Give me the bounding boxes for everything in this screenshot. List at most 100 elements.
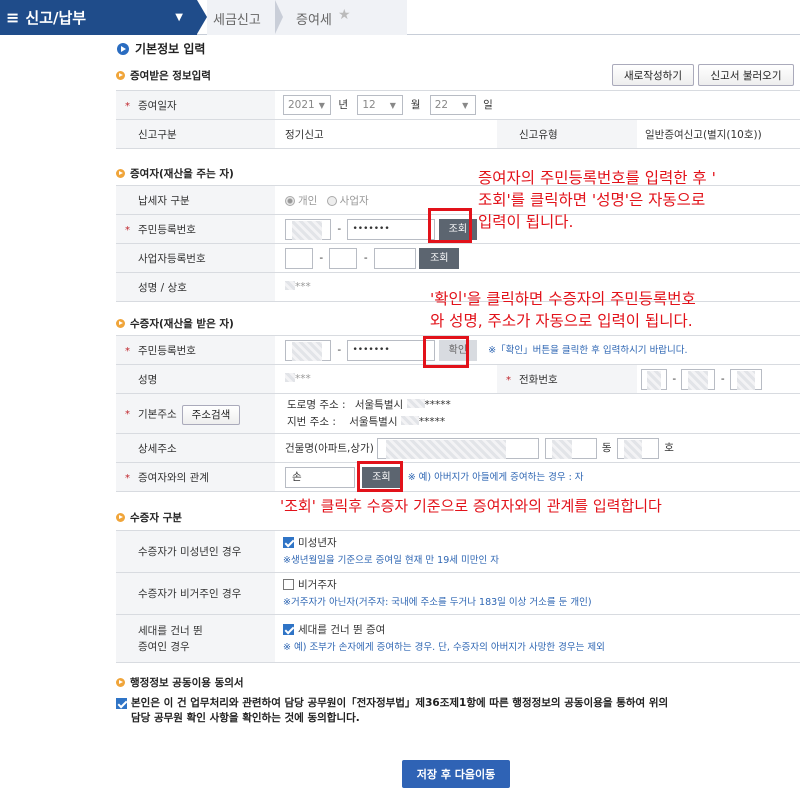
donee-rrn-front-input[interactable]	[285, 339, 331, 361]
month-select[interactable]: 12 ▼	[357, 95, 404, 115]
report-kind-label: 신고유형	[497, 119, 637, 149]
relation-note: ※ 예) 아버지가 아들에게 증여하는 경우 : 자	[407, 472, 584, 483]
road-address-mask	[406, 398, 425, 408]
donee-type-table: 수증자가 미성년인 경우 미성년자 ※생년월일을 기준으로 증여일 현재 만 1…	[116, 530, 800, 663]
page-title: 기본정보 입력	[117, 40, 205, 57]
breadcrumb-tax-report[interactable]: 세금신고	[213, 9, 261, 28]
minor-note: ※생년월일을 기준으로 증여일 현재 만 19세 미만인 자	[283, 554, 499, 566]
donor-rrn-back-input[interactable]: •••••••	[347, 218, 436, 240]
building-input[interactable]	[377, 437, 540, 459]
donor-name-label: 성명 / 상호	[116, 272, 275, 302]
radio-individual[interactable]	[285, 195, 295, 206]
agreement-checkbox[interactable]	[116, 697, 127, 709]
menu-label: 신고/납부	[25, 9, 87, 27]
lot-address-stars: *****	[418, 415, 446, 428]
bizno-input-1[interactable]	[285, 247, 313, 269]
nonresident-check-label: 비거주자	[298, 578, 337, 591]
annotation-donee-confirm: '확인'을 클릭하면 수증자의 주민등록번호 와 성명, 주소가 자동으로 입력이…	[430, 290, 696, 330]
month-unit: 월	[410, 99, 421, 111]
bizno-input-2[interactable]	[329, 247, 358, 269]
new-write-button[interactable]: 새로작성하기	[612, 64, 694, 86]
donation-date-label: * 증여일자	[116, 90, 275, 120]
phone-input-2[interactable]	[681, 368, 716, 390]
minor-check-label: 미성년자	[298, 536, 337, 549]
phone-label: * 전화번호	[497, 364, 637, 394]
road-address-stars: *****	[424, 398, 451, 411]
year-unit: 년	[338, 99, 349, 111]
section-bullet-icon	[116, 71, 125, 80]
nonresident-checkbox[interactable]	[283, 579, 294, 590]
highlight-donor-lookup	[428, 208, 472, 243]
detail-address-label: 상세주소	[116, 433, 275, 463]
annotation-donor-lookup: 증여자의 주민등록번호를 입력한 후 ' 조회'를 클릭하면 '성명'은 자동으로…	[478, 169, 716, 231]
bizno-lookup-button[interactable]: 조회	[419, 247, 460, 269]
hamburger-icon: ≡	[6, 8, 20, 27]
section-donation-info: 증여받은 정보입력	[116, 68, 211, 83]
report-kind-value: 일반증여신고(별지(10호))	[637, 119, 800, 149]
title-bullet-icon	[117, 42, 129, 55]
road-address-value: 서울특별시	[354, 398, 407, 411]
section-donor: 증여자(재산을 주는 자)	[116, 166, 234, 181]
report-type-label: 신고구분	[116, 119, 275, 149]
phone-input-1[interactable]	[641, 368, 667, 390]
highlight-donee-confirm	[423, 336, 469, 368]
business-option-label: 사업자	[339, 194, 369, 207]
lot-address-mask	[400, 415, 419, 425]
chevron-down-icon: ▼	[318, 101, 325, 110]
top-bar: ≡ 신고/납부 ▼ 세금신고 증여세 ★	[0, 0, 800, 35]
section-bullet-icon	[116, 678, 125, 687]
highlight-relation-lookup	[357, 461, 403, 492]
day-select[interactable]: 22 ▼	[429, 95, 476, 115]
lot-address-label: 지번 주소 :	[287, 415, 336, 428]
dash: -	[720, 373, 725, 385]
breadcrumb-gift-tax[interactable]: 증여세	[296, 9, 332, 28]
donor-name-value: ***	[295, 281, 311, 293]
road-address-label: 도로명 주소 :	[287, 398, 346, 411]
agreement-line2: 담당 공무원 확인 사항을 확인하는 것에 동의합니다.	[131, 712, 360, 724]
relation-input[interactable]: 손	[285, 466, 355, 488]
skip-generation-label: 세대를 건너 뛴 증여인 경우	[116, 614, 275, 663]
donation-info-table: * 증여일자 2021 ▼ 년 12 ▼ 월 22 ▼ 일 신고구분 정기신고 신고유형…	[116, 90, 800, 149]
radio-business[interactable]	[326, 195, 337, 206]
dropdown-arrow-icon: ▼	[175, 12, 183, 23]
dash: -	[337, 344, 342, 356]
donee-name-value: ***	[295, 373, 311, 385]
address-search-button[interactable]: 주소검색	[181, 404, 240, 425]
agreement: 본인은 이 건 업무처리와 관련하여 담당 공무원이「전자정부법」제36조제1항…	[116, 696, 668, 726]
breadcrumb-divider	[197, 0, 207, 34]
lot-address-value: 서울특별시	[349, 415, 401, 428]
skip-generation-checkbox[interactable]	[283, 624, 294, 635]
load-report-button[interactable]: 신고서 불러오기	[698, 64, 794, 86]
relation-label: * 증여자와의 관계	[116, 462, 275, 492]
report-type-value: 정기신고	[275, 119, 497, 149]
star-icon[interactable]: ★	[338, 7, 351, 23]
main-menu-button[interactable]: ≡ 신고/납부 ▼	[0, 0, 197, 35]
dash: -	[337, 223, 342, 235]
year-select[interactable]: 2021 ▼	[283, 95, 331, 115]
phone-input-3[interactable]	[729, 368, 762, 390]
business-number-label: 사업자등록번호	[116, 243, 275, 273]
dong-input[interactable]	[544, 437, 597, 459]
donee-rrn-label: * 주민등록번호	[116, 335, 275, 365]
annotation-relation-lookup: '조회' 클릭후 수증자 기준으로 증여자와의 관계를 입력합니다	[280, 497, 662, 515]
save-next-button[interactable]: 저장 후 다음이동	[402, 760, 510, 788]
building-label: 건물명(아파트,상가)	[285, 442, 374, 454]
dash: -	[319, 252, 324, 264]
minor-checkbox[interactable]	[283, 537, 294, 548]
taxpayer-type-label: 납세자 구분	[116, 185, 275, 215]
nonresident-label: 수증자가 비거주인 경우	[116, 572, 275, 615]
donee-name-mask	[285, 373, 295, 382]
minor-label: 수증자가 미성년인 경우	[116, 530, 275, 573]
donor-rrn-front-input[interactable]	[285, 218, 331, 240]
ho-unit: 호	[664, 442, 674, 454]
ho-input[interactable]	[616, 437, 659, 459]
chevron-down-icon: ▼	[389, 101, 396, 110]
breadcrumb-separator	[275, 0, 283, 34]
donor-rrn-label: * 주민등록번호	[116, 214, 275, 244]
donor-name-mask	[285, 281, 295, 290]
section-bullet-icon	[116, 513, 125, 522]
individual-option-label: 개인	[298, 194, 318, 207]
dash: -	[363, 252, 368, 264]
bizno-input-3[interactable]	[373, 247, 416, 269]
dong-unit: 동	[601, 442, 612, 454]
